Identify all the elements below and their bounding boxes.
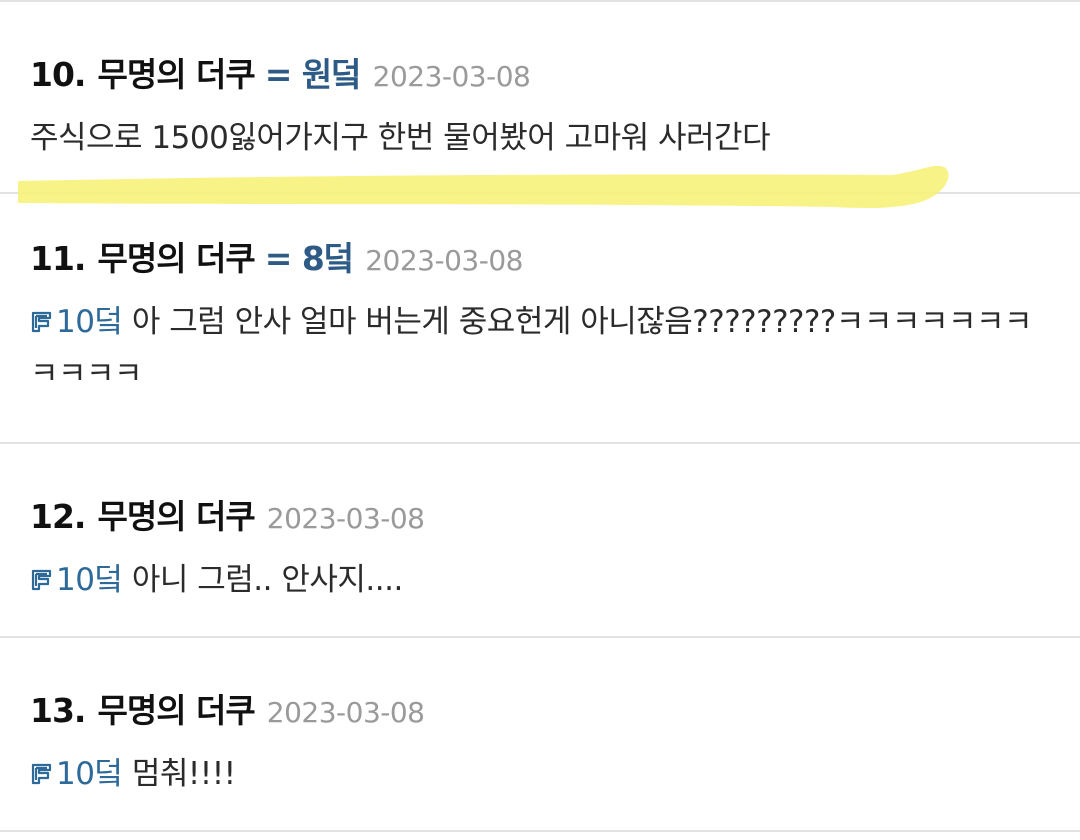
comment-text: 멈춰!!!! — [122, 756, 236, 792]
comment-item: 12. 무명의 더쿠 2023-03-08 10덬 아니 그럼.. 안사지...… — [0, 444, 1080, 638]
comment-date: 2023-03-08 — [266, 502, 425, 535]
reply-link[interactable]: 10덬 — [30, 562, 123, 598]
reply-target: 10덬 — [56, 304, 123, 340]
comment-date: 2023-03-08 — [365, 244, 523, 277]
reply-arrow-icon — [31, 569, 52, 591]
comment-text: 주식으로 1500잃어가지구 한번 물어봤어 고마워 사러간다 — [30, 120, 771, 156]
reply-link[interactable]: 10덬 — [30, 304, 123, 340]
reply-target: 10덬 — [56, 756, 123, 792]
comment-thread: 10. 무명의 더쿠 = 원덬 2023-03-08 주식으로 1500잃어가지… — [0, 0, 1080, 840]
comment-date: 2023-03-08 — [372, 60, 531, 93]
reply-arrow-icon — [31, 311, 52, 333]
comment-item: 11. 무명의 더쿠 = 8덬 2023-03-08 10덬 아 그럼 안사 얼… — [0, 194, 1080, 444]
reply-target: 10덬 — [56, 562, 123, 598]
comment-author[interactable]: 무명의 더쿠 — [97, 232, 255, 280]
comment-header: 11. 무명의 더쿠 = 8덬 2023-03-08 — [30, 232, 1080, 280]
comment-number: 12. — [30, 497, 86, 536]
comment-body: 10덬 아니 그럼.. 안사지.... — [30, 554, 1080, 606]
comment-text: 아니 그럼.. 안사지.... — [122, 562, 403, 598]
comment-author[interactable]: 무명의 더쿠 — [97, 490, 255, 538]
comment-date: 2023-03-08 — [266, 696, 425, 729]
comment-text: 아 그럼 안사 얼마 버는게 중요헌게 아니잖음?????????ㅋㅋㅋㅋㅋㅋㅋ… — [30, 304, 1033, 392]
comment-body: 10덬 아 그럼 안사 얼마 버는게 중요헌게 아니잖음?????????ㅋㅋㅋ… — [30, 296, 1080, 400]
comment-header: 10. 무명의 더쿠 = 원덬 2023-03-08 — [30, 48, 1080, 96]
comment-item: 10. 무명의 더쿠 = 원덬 2023-03-08 주식으로 1500잃어가지… — [0, 2, 1080, 208]
comment-header: 12. 무명의 더쿠 2023-03-08 — [30, 490, 1080, 538]
comment-body: 주식으로 1500잃어가지구 한번 물어봤어 고마워 사러간다 — [30, 112, 1080, 164]
comment-tag: = 원덬 — [264, 55, 362, 94]
comment-number: 13. — [30, 691, 86, 730]
reply-link[interactable]: 10덬 — [30, 756, 123, 792]
comment-author[interactable]: 무명의 더쿠 — [97, 684, 255, 732]
comment-body: 10덬 멈춰!!!! — [30, 748, 1080, 800]
comment-number: 10. — [30, 55, 86, 94]
comment-number: 11. — [30, 239, 86, 278]
comment-item: 13. 무명의 더쿠 2023-03-08 10덬 멈춰!!!! — [0, 638, 1080, 832]
comment-tag: = 8덬 — [264, 239, 354, 278]
comment-author[interactable]: 무명의 더쿠 — [97, 48, 255, 96]
reply-arrow-icon — [31, 763, 52, 785]
comment-header: 13. 무명의 더쿠 2023-03-08 — [30, 684, 1080, 732]
